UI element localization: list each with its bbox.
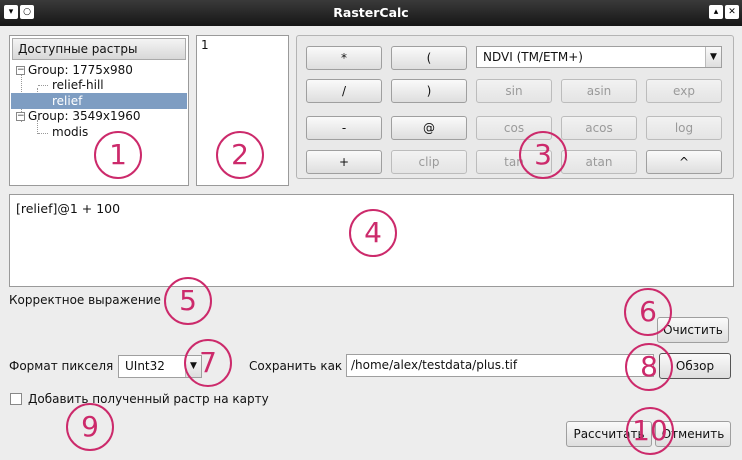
tree-item-modis[interactable]: modis bbox=[52, 124, 88, 140]
asin-button[interactable]: asin bbox=[561, 79, 637, 103]
tree-item-group-1[interactable]: − Group: 1775x980 bbox=[16, 62, 133, 78]
pixel-format-value: UInt32 bbox=[125, 359, 165, 373]
band-item[interactable]: 1 bbox=[201, 38, 284, 52]
save-as-label: Сохранить как bbox=[249, 359, 343, 373]
pixel-format-label: Формат пикселя bbox=[9, 359, 114, 373]
open-paren-button[interactable]: ( bbox=[391, 46, 467, 70]
tree-branch-line bbox=[38, 85, 48, 86]
title-bar: ▾ ○ RasterCalc ▴ ✕ bbox=[0, 0, 742, 26]
window-maximize-chevron-up-icon[interactable]: ▴ bbox=[709, 5, 723, 19]
add-to-map-label[interactable]: Добавить полученный растр на карту bbox=[28, 392, 269, 406]
chevron-down-icon[interactable]: ▼ bbox=[705, 47, 721, 67]
band-operator-button[interactable]: @ bbox=[391, 116, 467, 140]
preset-select[interactable]: NDVI (TM/ETM+) ▼ bbox=[476, 46, 722, 68]
tree-item-label: relief-hill bbox=[52, 78, 104, 92]
expression-text[interactable]: [relief]@1 + 100 bbox=[16, 201, 120, 216]
tree-item-label: modis bbox=[52, 125, 89, 139]
collapse-icon[interactable]: − bbox=[16, 66, 25, 75]
window-title: RasterCalc bbox=[333, 5, 409, 20]
tree-item-relief[interactable]: relief bbox=[11, 93, 187, 109]
preset-select-value: NDVI (TM/ETM+) bbox=[483, 50, 583, 64]
atan-button[interactable]: atan bbox=[561, 150, 637, 174]
plus-button[interactable]: + bbox=[306, 150, 382, 174]
collapse-icon[interactable]: − bbox=[16, 112, 25, 121]
acos-button[interactable]: acos bbox=[561, 116, 637, 140]
status-text: Корректное выражение bbox=[9, 293, 161, 307]
tree-item-group-2[interactable]: − Group: 3549x1960 bbox=[16, 108, 141, 124]
annotation-marker-6: 6 bbox=[624, 288, 672, 336]
sin-button[interactable]: sin bbox=[476, 79, 552, 103]
output-path-value: /home/alex/testdata/plus.tif bbox=[351, 358, 518, 372]
tree-item-label: Group: 3549x1960 bbox=[28, 109, 141, 123]
clip-button[interactable]: clip bbox=[391, 150, 467, 174]
exp-button[interactable]: exp bbox=[646, 79, 722, 103]
tree-item-relief-hill[interactable]: relief-hill bbox=[52, 77, 104, 93]
window-close-icon[interactable]: ✕ bbox=[725, 5, 739, 19]
annotation-marker-5: 5 bbox=[164, 277, 212, 325]
power-button[interactable]: ^ bbox=[646, 150, 722, 174]
annotation-marker-4: 4 bbox=[349, 209, 397, 257]
annotation-marker-7: 7 bbox=[184, 339, 232, 387]
annotation-marker-3: 3 bbox=[519, 131, 567, 179]
divide-button[interactable]: / bbox=[306, 79, 382, 103]
annotation-marker-10: 10 bbox=[626, 407, 674, 455]
annotation-marker-8: 8 bbox=[625, 343, 673, 391]
raster-tree-header[interactable]: Доступные растры bbox=[12, 38, 186, 60]
tree-item-label: relief bbox=[52, 94, 83, 108]
annotation-marker-1: 1 bbox=[94, 131, 142, 179]
minus-button[interactable]: - bbox=[306, 116, 382, 140]
tree-branch-line bbox=[38, 133, 48, 134]
annotation-marker-9: 9 bbox=[66, 403, 114, 451]
operators-panel: * ( / ) - @ + clip NDVI (TM/ETM+) ▼ sin … bbox=[296, 35, 734, 179]
close-paren-button[interactable]: ) bbox=[391, 79, 467, 103]
log-button[interactable]: log bbox=[646, 116, 722, 140]
multiply-button[interactable]: * bbox=[306, 46, 382, 70]
add-to-map-checkbox[interactable] bbox=[10, 393, 22, 405]
tree-item-label: Group: 1775x980 bbox=[28, 63, 133, 77]
output-path-input[interactable]: /home/alex/testdata/plus.tif bbox=[346, 354, 654, 377]
annotation-marker-2: 2 bbox=[216, 131, 264, 179]
